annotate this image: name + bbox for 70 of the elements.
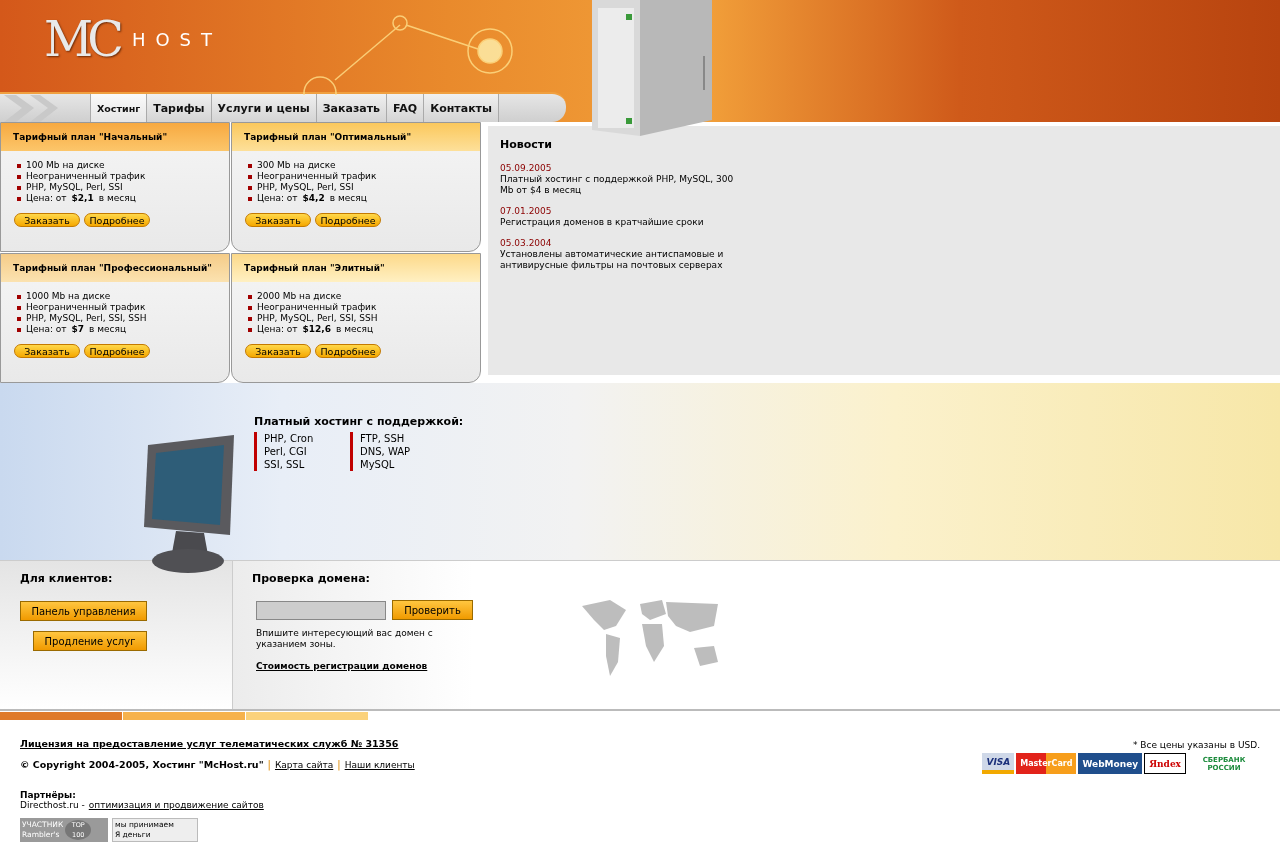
plan-button[interactable]: Подробнее	[84, 344, 150, 358]
plan-feature: 2000 Mb на диске	[248, 291, 480, 302]
plan-feature: Неограниченный трафик	[248, 171, 480, 182]
plan-button[interactable]: Подробнее	[84, 213, 150, 227]
partner-name: Directhost.ru -	[20, 800, 85, 810]
check-button[interactable]: Проверить	[392, 600, 473, 620]
plan-button[interactable]: Заказать	[245, 213, 311, 227]
nav-tab[interactable]: Хостинг	[90, 94, 147, 122]
plan-feature: PHP, MySQL, Perl, SSI, SSH	[17, 313, 229, 324]
payment-logo: Яndex	[1144, 753, 1186, 774]
separator: |	[267, 759, 271, 770]
plan-button[interactable]: Подробнее	[315, 213, 381, 227]
payment-logo: WebMoney	[1078, 753, 1143, 774]
payment-logo: MasterCard	[1016, 753, 1077, 774]
news-title: Новости	[500, 138, 553, 151]
nav-tab[interactable]: Тарифы	[146, 94, 211, 122]
separator: |	[337, 759, 341, 770]
plan-title: Тарифный план "Профессиональный"	[1, 254, 229, 282]
plan-feature: PHP, MySQL, Perl, SSI	[17, 182, 229, 193]
news-text: Платный хостинг с поддержкой PHP, MySQL, 300 Mb от $4 в месяц	[500, 174, 735, 196]
license-link[interactable]: Лицензия на предоставление услуг телематических служб № 31356	[20, 738, 399, 749]
news-date: 05.03.2004	[500, 238, 553, 249]
price-note: * Все цены указаны в USD.	[1132, 740, 1260, 750]
support-title: Платный хостинг с поддержкой:	[254, 415, 464, 428]
plan-feature: 1000 Mb на диске	[17, 291, 229, 302]
domain-price-link[interactable]: Стоимость регистрации доменов	[256, 661, 428, 671]
plan-title: Тарифный план "Оптимальный"	[232, 123, 480, 151]
news-date: 05.09.2005	[500, 163, 553, 174]
support-item: PHP, Cron	[254, 432, 324, 445]
plan-feature: PHP, MySQL, Perl, SSI, SSH	[248, 313, 480, 324]
plan-button[interactable]: Заказать	[245, 344, 311, 358]
plan-button[interactable]: Заказать	[14, 213, 80, 227]
plan-button[interactable]: Заказать	[14, 344, 80, 358]
footer-link[interactable]: Наши клиенты	[344, 760, 415, 770]
domain-hint: Впишите интересующий вас домен с указанием зоны.	[256, 628, 434, 650]
domain-field[interactable]	[256, 600, 386, 620]
clients-title: Для клиентов:	[20, 572, 113, 585]
plan-title: Тарифный план "Элитный"	[232, 254, 480, 282]
support-item: SSI, SSL	[254, 458, 324, 471]
payment-logo: VISA	[982, 753, 1015, 774]
support-item: DNS, WAP	[350, 445, 420, 458]
plan-feature: Неограниченный трафик	[17, 171, 229, 182]
plan-feature: Цена: от $12,6 в месяц	[248, 324, 480, 335]
plan-feature: Цена: от $7 в месяц	[17, 324, 229, 335]
client-button[interactable]: Продление услуг	[33, 631, 147, 651]
plan-feature: Неограниченный трафик	[248, 302, 480, 313]
support-item: Perl, CGI	[254, 445, 324, 458]
news-date: 07.01.2005	[500, 206, 553, 217]
news-text: Установлены автоматические антиспамовые и антивирусные фильтры на почтовых серверах	[500, 249, 725, 271]
nav-tab[interactable]: FAQ	[386, 94, 424, 122]
plan-feature: Неограниченный трафик	[17, 302, 229, 313]
plan-feature: Цена: от $4,2 в месяц	[248, 193, 480, 204]
nav-tab[interactable]: Контакты	[423, 94, 499, 122]
partners-title: Партнёры:	[20, 790, 76, 800]
partner-link[interactable]: оптимизация и продвижение сайтов	[88, 800, 264, 810]
footer-link[interactable]: Карта сайта	[274, 760, 334, 770]
plan-feature: 100 Mb на диске	[17, 160, 229, 171]
support-item: FTP, SSH	[350, 432, 420, 445]
plan-feature: Цена: от $2,1 в месяц	[17, 193, 229, 204]
copyright-text: © Copyright 2004-2005, Хостинг "McHost.ru"	[20, 759, 264, 770]
nav-tab[interactable]: Услуги и цены	[210, 94, 316, 122]
support-item: MySQL	[350, 458, 420, 471]
plan-button[interactable]: Подробнее	[315, 344, 381, 358]
plan-feature: 300 Mb на диске	[248, 160, 480, 171]
client-button[interactable]: Панель управления	[20, 601, 147, 621]
domain-title: Проверка домена:	[252, 572, 371, 585]
plan-title: Тарифный план "Начальный"	[1, 123, 229, 151]
plan-feature: PHP, MySQL, Perl, SSI	[248, 182, 480, 193]
nav-tab[interactable]: Заказать	[315, 94, 387, 122]
news-text: Регистрация доменов в кратчайшие сроки	[500, 217, 705, 228]
